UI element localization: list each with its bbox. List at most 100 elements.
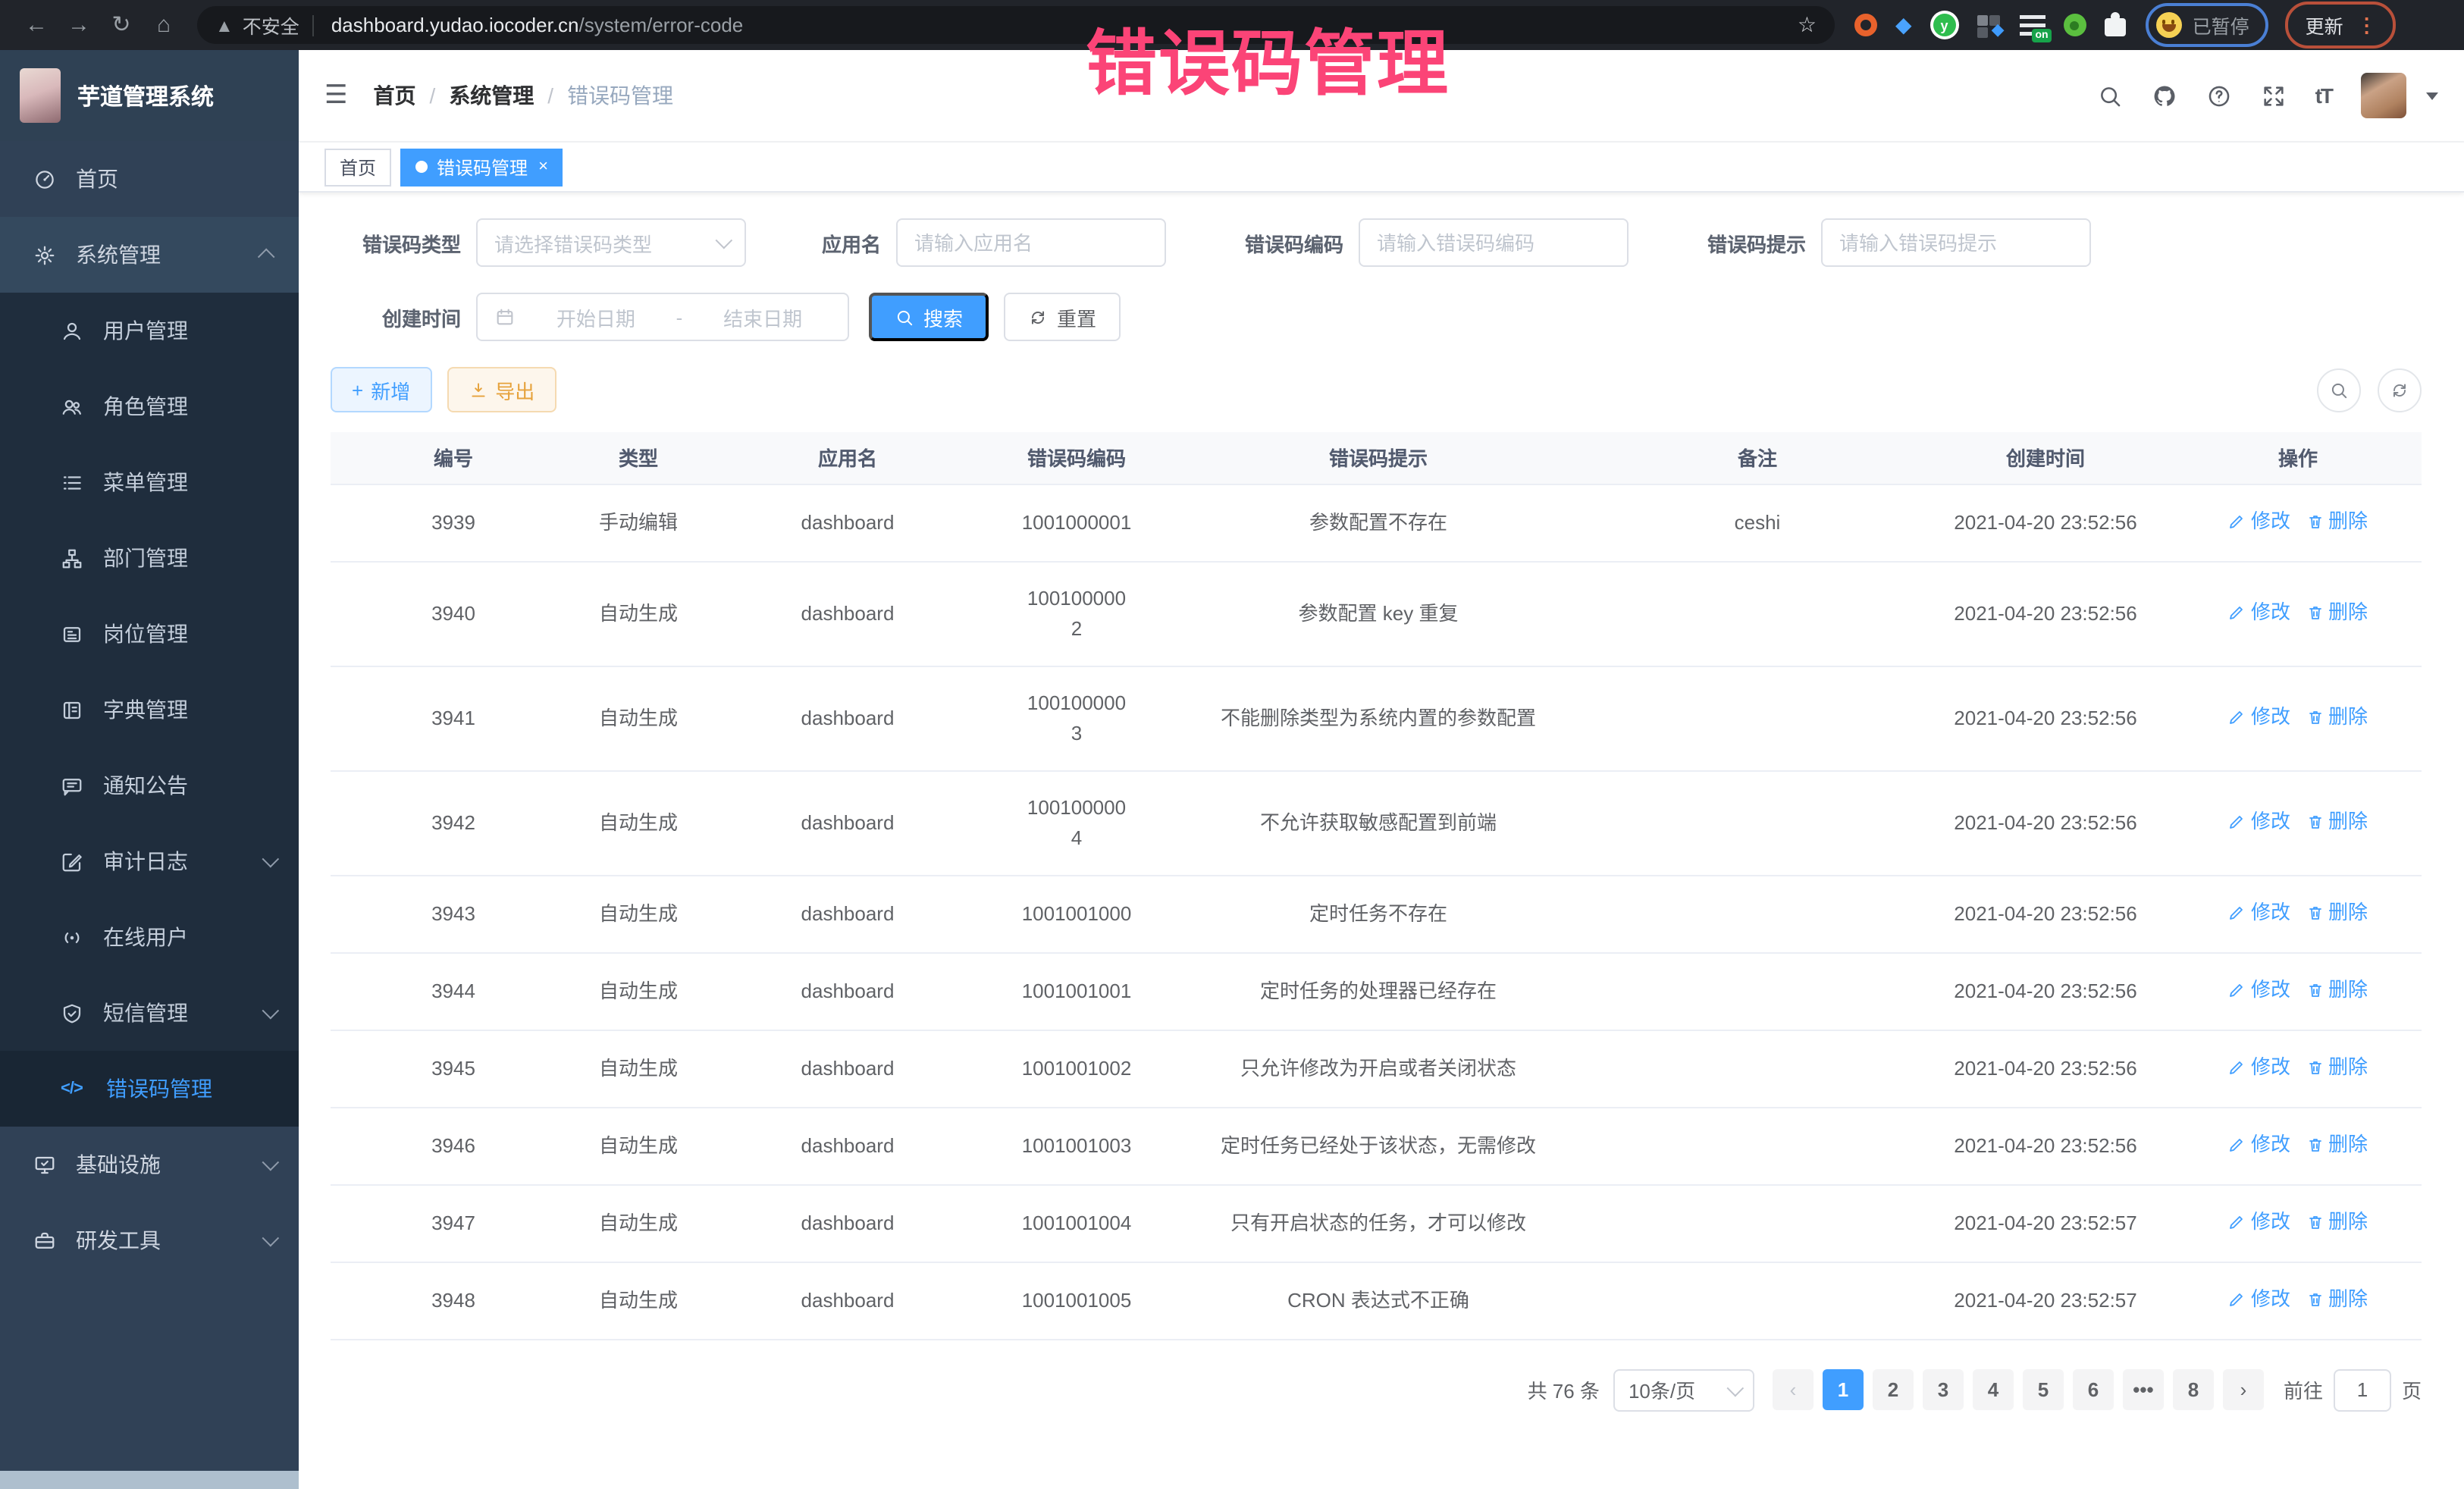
delete-link[interactable]: 删除 bbox=[2306, 1052, 2368, 1082]
date-range-picker[interactable]: 开始日期 - 结束日期 bbox=[476, 293, 849, 341]
github-icon[interactable] bbox=[2152, 83, 2177, 108]
error-type-select[interactable]: 请选择错误码类型 bbox=[476, 218, 746, 267]
delete-link[interactable]: 删除 bbox=[2306, 897, 2368, 927]
announcement-icon bbox=[61, 774, 83, 797]
app-logo[interactable]: 芋道管理系统 bbox=[0, 50, 299, 141]
sidebar-item-label: 菜单管理 bbox=[103, 467, 188, 497]
extension-gem-icon[interactable]: ◆ bbox=[1895, 14, 1912, 36]
extension-grid-icon[interactable]: ◆ bbox=[1977, 13, 2002, 37]
edit-link[interactable]: 修改 bbox=[2228, 897, 2290, 927]
help-icon[interactable] bbox=[2206, 83, 2232, 108]
not-secure-label[interactable]: 不安全 bbox=[243, 11, 299, 39]
delete-link[interactable]: 删除 bbox=[2306, 1284, 2368, 1314]
sidebar-item-错误码管理[interactable]: </>错误码管理 bbox=[0, 1051, 299, 1127]
sidebar-item-部门管理[interactable]: 部门管理 bbox=[0, 520, 299, 596]
sidebar-item-基础设施[interactable]: 基础设施 bbox=[0, 1127, 299, 1202]
edit-link[interactable]: 修改 bbox=[2228, 1206, 2290, 1237]
app-name-input[interactable] bbox=[896, 218, 1166, 267]
cell-app: dashboard bbox=[701, 484, 995, 561]
next-page-button[interactable]: › bbox=[2223, 1369, 2264, 1410]
bookmark-star-icon[interactable]: ☆ bbox=[1798, 12, 1817, 38]
sidebar-item-label: 通知公告 bbox=[103, 770, 188, 801]
sidebar-item-在线用户[interactable]: 在线用户 bbox=[0, 899, 299, 975]
page-button-4[interactable]: 4 bbox=[1973, 1369, 2014, 1410]
sidebar-item-通知公告[interactable]: 通知公告 bbox=[0, 748, 299, 823]
edit-link[interactable]: 修改 bbox=[2228, 506, 2290, 536]
breadcrumb-item: 错误码管理 bbox=[567, 80, 673, 111]
sidebar-item-研发工具[interactable]: 研发工具 bbox=[0, 1202, 299, 1278]
toggle-search-button[interactable] bbox=[2317, 368, 2361, 412]
delete-link[interactable]: 删除 bbox=[2306, 701, 2368, 732]
edit-link[interactable]: 修改 bbox=[2228, 701, 2290, 732]
edit-link[interactable]: 修改 bbox=[2228, 1129, 2290, 1159]
error-hint-input[interactable] bbox=[1821, 218, 2091, 267]
tab-错误码管理[interactable]: 错误码管理× bbox=[400, 148, 563, 186]
edit-link[interactable]: 修改 bbox=[2228, 1052, 2290, 1082]
sidebar-item-岗位管理[interactable]: 岗位管理 bbox=[0, 596, 299, 672]
delete-link[interactable]: 删除 bbox=[2306, 974, 2368, 1005]
page-button-5[interactable]: 5 bbox=[2023, 1369, 2064, 1410]
sidebar-item-系统管理[interactable]: 系统管理 bbox=[0, 217, 299, 293]
close-icon[interactable]: × bbox=[538, 158, 548, 176]
reset-button[interactable]: 重置 bbox=[1004, 293, 1121, 341]
back-icon[interactable]: ← bbox=[15, 0, 58, 50]
prev-page-button[interactable]: ‹ bbox=[1773, 1369, 1814, 1410]
delete-link[interactable]: 删除 bbox=[2306, 1129, 2368, 1159]
page-button-8[interactable]: 8 bbox=[2173, 1369, 2214, 1410]
browser-home-icon[interactable]: ⌂ bbox=[143, 0, 185, 50]
refresh-table-button[interactable] bbox=[2378, 368, 2422, 412]
reload-icon[interactable]: ↻ bbox=[100, 0, 143, 50]
calendar-icon bbox=[494, 306, 516, 328]
cell-remark bbox=[1598, 666, 1917, 770]
delete-link[interactable]: 删除 bbox=[2306, 597, 2368, 627]
export-button[interactable]: 导出 bbox=[447, 367, 556, 412]
forward-icon[interactable]: → bbox=[58, 0, 100, 50]
extensions-puzzle-icon[interactable] bbox=[2105, 18, 2126, 36]
browser-menu-icon[interactable]: ⋮ bbox=[2357, 15, 2377, 35]
page-size-select[interactable]: 10条/页 bbox=[1613, 1368, 1754, 1411]
sidebar-item-角色管理[interactable]: 角色管理 bbox=[0, 368, 299, 444]
extension-list-icon[interactable]: on bbox=[2020, 14, 2045, 36]
sidebar-toggle-icon[interactable]: ☰ bbox=[324, 80, 348, 111]
table-row: 3945自动生成dashboard1001001002只允许修改为开启或者关闭状… bbox=[331, 1030, 2422, 1107]
more-pages-icon[interactable]: ••• bbox=[2123, 1369, 2164, 1410]
breadcrumb-item[interactable]: 首页 bbox=[374, 80, 416, 111]
sidebar-item-字典管理[interactable]: 字典管理 bbox=[0, 672, 299, 748]
sidebar-item-短信管理[interactable]: 短信管理 bbox=[0, 975, 299, 1051]
extension-webcam-icon[interactable] bbox=[2064, 14, 2086, 36]
page-button-6[interactable]: 6 bbox=[2073, 1369, 2114, 1410]
delete-link[interactable]: 删除 bbox=[2306, 1206, 2368, 1237]
avatar-caret-icon[interactable] bbox=[2426, 92, 2438, 99]
sidebar-item-首页[interactable]: 首页 bbox=[0, 141, 299, 217]
profile-paused-badge[interactable]: 已暂停 bbox=[2146, 3, 2269, 47]
filter-row-1: 错误码类型 请选择错误码类型 应用名 错误码编码 错误码提示 bbox=[331, 218, 2422, 267]
header-search-icon[interactable] bbox=[2097, 83, 2123, 108]
sidebar-item-菜单管理[interactable]: 菜单管理 bbox=[0, 444, 299, 520]
extension-ring-icon[interactable] bbox=[1854, 14, 1877, 36]
error-code-input[interactable] bbox=[1359, 218, 1629, 267]
add-button[interactable]: + 新增 bbox=[331, 367, 431, 412]
delete-link[interactable]: 删除 bbox=[2306, 506, 2368, 536]
page-button-2[interactable]: 2 bbox=[1873, 1369, 1914, 1410]
edit-link[interactable]: 修改 bbox=[2228, 806, 2290, 836]
sidebar-scrollbar[interactable] bbox=[0, 1471, 299, 1489]
tab-首页[interactable]: 首页 bbox=[324, 148, 391, 186]
address-bar[interactable]: ▲ 不安全 dashboard.yudao.iocoder.cn/system/… bbox=[197, 6, 1835, 44]
breadcrumb-item[interactable]: 系统管理 bbox=[449, 80, 534, 111]
edit-link[interactable]: 修改 bbox=[2228, 597, 2290, 627]
search-button[interactable]: 搜索 bbox=[869, 293, 989, 341]
page-button-3[interactable]: 3 bbox=[1923, 1369, 1964, 1410]
user-avatar[interactable] bbox=[2361, 73, 2406, 118]
fullscreen-icon[interactable] bbox=[2261, 83, 2287, 108]
page-button-1[interactable]: 1 bbox=[1823, 1369, 1864, 1410]
edit-link[interactable]: 修改 bbox=[2228, 974, 2290, 1005]
sidebar-item-审计日志[interactable]: 审计日志 bbox=[0, 823, 299, 899]
goto-page-input[interactable] bbox=[2334, 1368, 2391, 1411]
extension-y-icon[interactable]: y bbox=[1930, 11, 1959, 39]
sidebar-item-用户管理[interactable]: 用户管理 bbox=[0, 293, 299, 368]
app-name-label: 应用名 bbox=[796, 228, 881, 257]
delete-link[interactable]: 删除 bbox=[2306, 806, 2368, 836]
edit-link[interactable]: 修改 bbox=[2228, 1284, 2290, 1314]
browser-update-button[interactable]: 更新 ⋮ bbox=[2286, 2, 2397, 49]
font-size-icon[interactable]: tT bbox=[2315, 83, 2332, 108]
